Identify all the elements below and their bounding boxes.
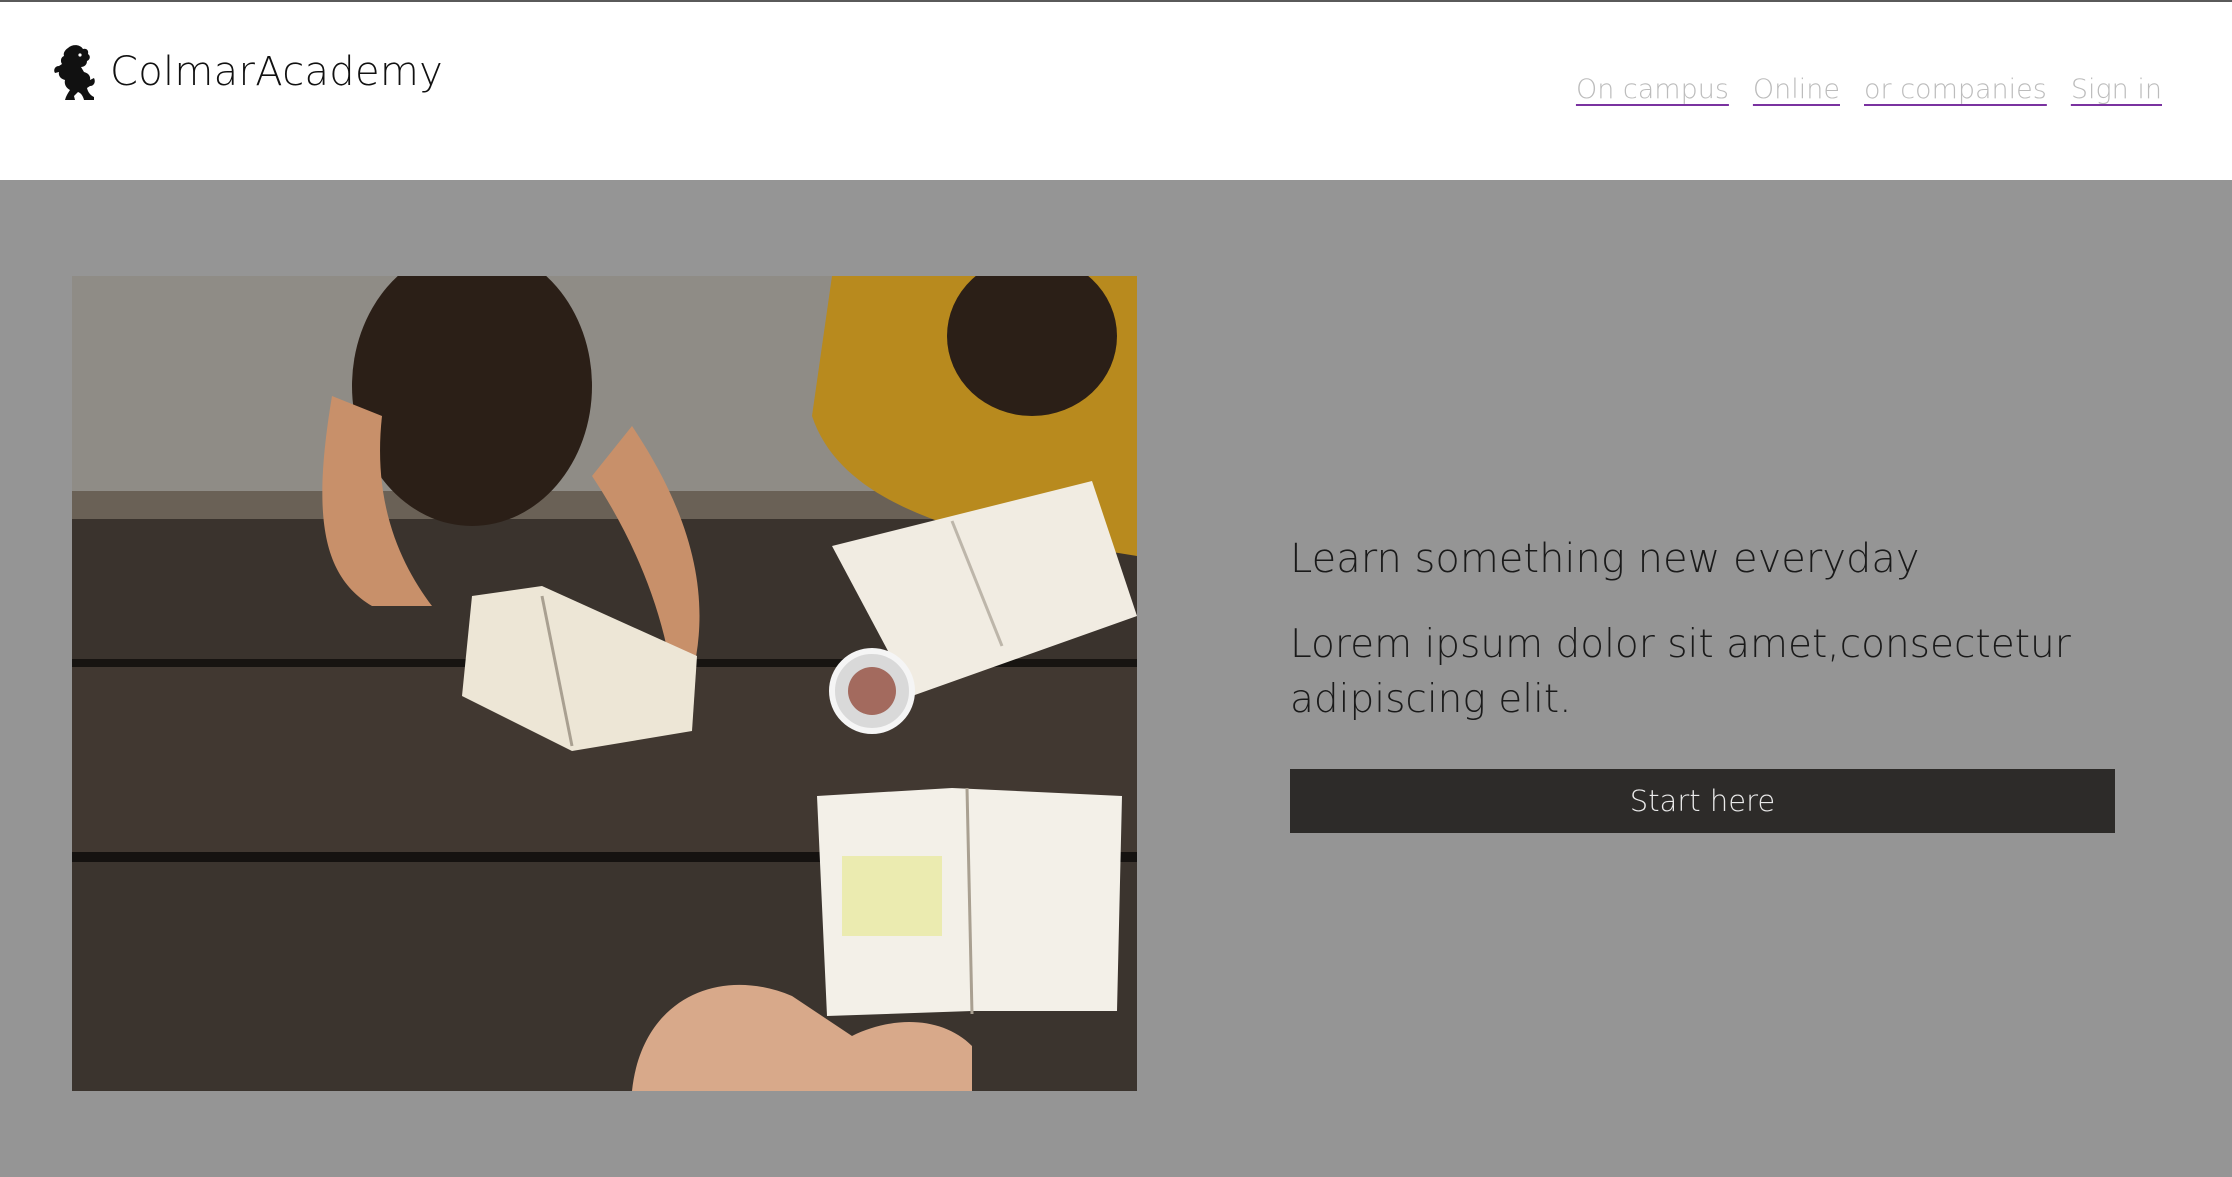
nav-link-sign-in[interactable]: Sign in xyxy=(2071,74,2162,105)
site-header: ColmarAcademy On campus Online or compan… xyxy=(0,2,2232,180)
nav-link-for-companies[interactable]: or companies xyxy=(1864,74,2047,105)
hero-body-text: Lorem ipsum dolor sit amet,consectetur a… xyxy=(1290,622,2071,723)
lion-rampant-icon xyxy=(54,45,95,100)
students-reading-photo xyxy=(72,276,1137,1091)
hero-copy: Learn something new everyday Lorem ipsum… xyxy=(1290,535,2170,728)
brand-name: ColmarAcademy xyxy=(110,49,444,95)
hero-headline: Learn something new everyday xyxy=(1290,536,1920,582)
brand[interactable]: ColmarAcademy xyxy=(50,42,443,102)
hero-section: Learn something new everyday Lorem ipsum… xyxy=(0,180,2232,1177)
start-here-button[interactable]: Start here xyxy=(1290,769,2115,833)
nav-link-on-campus[interactable]: On campus xyxy=(1576,74,1729,105)
nav-link-online[interactable]: Online xyxy=(1753,74,1840,105)
photo-illustration xyxy=(72,276,1137,1091)
main-nav: On campus Online or companies Sign in xyxy=(1576,74,2162,105)
